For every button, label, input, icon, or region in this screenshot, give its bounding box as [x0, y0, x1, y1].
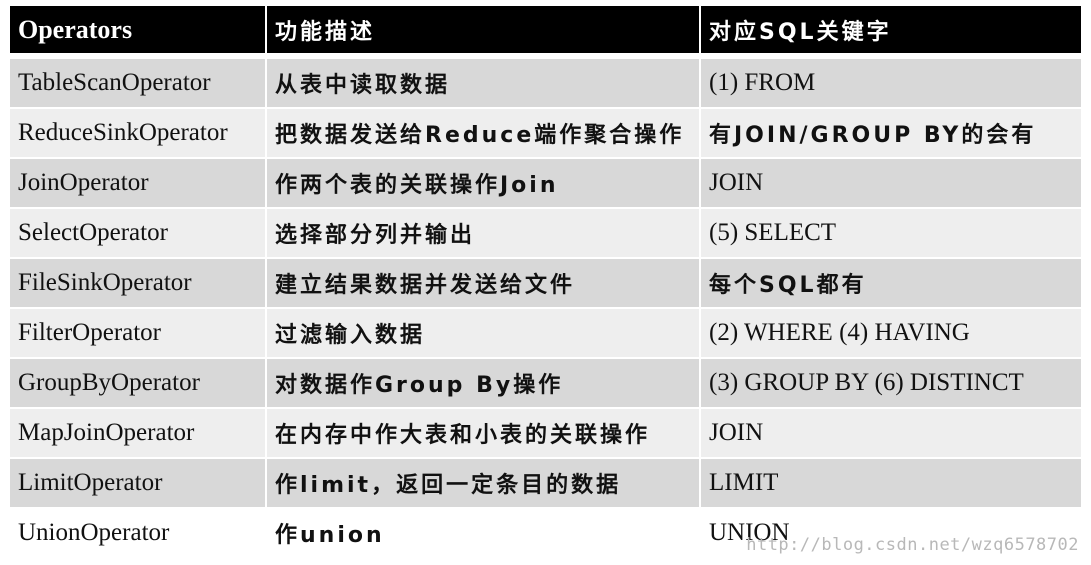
- cell-description: 作union: [266, 508, 701, 559]
- cell-description: 选择部分列并输出: [266, 208, 701, 259]
- cell-operator: GroupByOperator: [10, 358, 267, 409]
- cell-description: 从表中读取数据: [266, 56, 701, 109]
- table-row: LimitOperator 作limit，返回一定条目的数据 LIMIT: [10, 458, 1081, 509]
- cell-sql: 每个SQL都有: [700, 258, 1081, 309]
- cell-description: 作两个表的关联操作Join: [266, 158, 701, 209]
- cell-sql: (2) WHERE (4) HAVING: [700, 308, 1081, 359]
- cell-description: 过滤输入数据: [266, 308, 701, 359]
- cell-description: 建立结果数据并发送给文件: [266, 258, 701, 309]
- cell-sql: (5) SELECT: [700, 208, 1081, 259]
- cell-description: 在内存中作大表和小表的关联操作: [266, 408, 701, 459]
- cell-operator: TableScanOperator: [10, 56, 267, 109]
- cell-description: 对数据作Group By操作: [266, 358, 701, 409]
- cell-description: 把数据发送给Reduce端作聚合操作: [266, 108, 701, 159]
- header-description: 功能描述: [266, 6, 701, 59]
- cell-operator: LimitOperator: [10, 458, 267, 509]
- table-body: TableScanOperator 从表中读取数据 (1) FROM Reduc…: [10, 56, 1081, 559]
- cell-sql: LIMIT: [700, 458, 1081, 509]
- table-row: TableScanOperator 从表中读取数据 (1) FROM: [10, 56, 1081, 109]
- cell-sql: JOIN: [700, 408, 1081, 459]
- cell-operator: JoinOperator: [10, 158, 267, 209]
- table-row: GroupByOperator 对数据作Group By操作 (3) GROUP…: [10, 358, 1081, 409]
- cell-operator: ReduceSinkOperator: [10, 108, 267, 159]
- table-row: ReduceSinkOperator 把数据发送给Reduce端作聚合操作 有J…: [10, 108, 1081, 159]
- header-sql-keyword: 对应SQL关键字: [700, 6, 1081, 59]
- cell-operator: FilterOperator: [10, 308, 267, 359]
- cell-sql: 有JOIN/GROUP BY的会有: [700, 108, 1081, 159]
- cell-operator: FileSinkOperator: [10, 258, 267, 309]
- table-row: MapJoinOperator 在内存中作大表和小表的关联操作 JOIN: [10, 408, 1081, 459]
- cell-sql: (1) FROM: [700, 56, 1081, 109]
- table-row: FilterOperator 过滤输入数据 (2) WHERE (4) HAVI…: [10, 308, 1081, 359]
- table-row: JoinOperator 作两个表的关联操作Join JOIN: [10, 158, 1081, 209]
- cell-sql: JOIN: [700, 158, 1081, 209]
- table-header: Operators 功能描述 对应SQL关键字: [10, 6, 1081, 59]
- cell-operator: SelectOperator: [10, 208, 267, 259]
- operators-table: Operators 功能描述 对应SQL关键字 TableScanOperato…: [10, 6, 1081, 559]
- header-operators: Operators: [10, 6, 267, 59]
- cell-operator: UnionOperator: [10, 508, 267, 559]
- table-row: SelectOperator 选择部分列并输出 (5) SELECT: [10, 208, 1081, 259]
- watermark-url: http://blog.csdn.net/wzq6578702: [746, 535, 1079, 555]
- cell-description: 作limit，返回一定条目的数据: [266, 458, 701, 509]
- cell-operator: MapJoinOperator: [10, 408, 267, 459]
- operators-table-container: Operators 功能描述 对应SQL关键字 TableScanOperato…: [10, 6, 1081, 559]
- cell-sql: (3) GROUP BY (6) DISTINCT: [700, 358, 1081, 409]
- table-row: FileSinkOperator 建立结果数据并发送给文件 每个SQL都有: [10, 258, 1081, 309]
- header-row: Operators 功能描述 对应SQL关键字: [10, 6, 1081, 59]
